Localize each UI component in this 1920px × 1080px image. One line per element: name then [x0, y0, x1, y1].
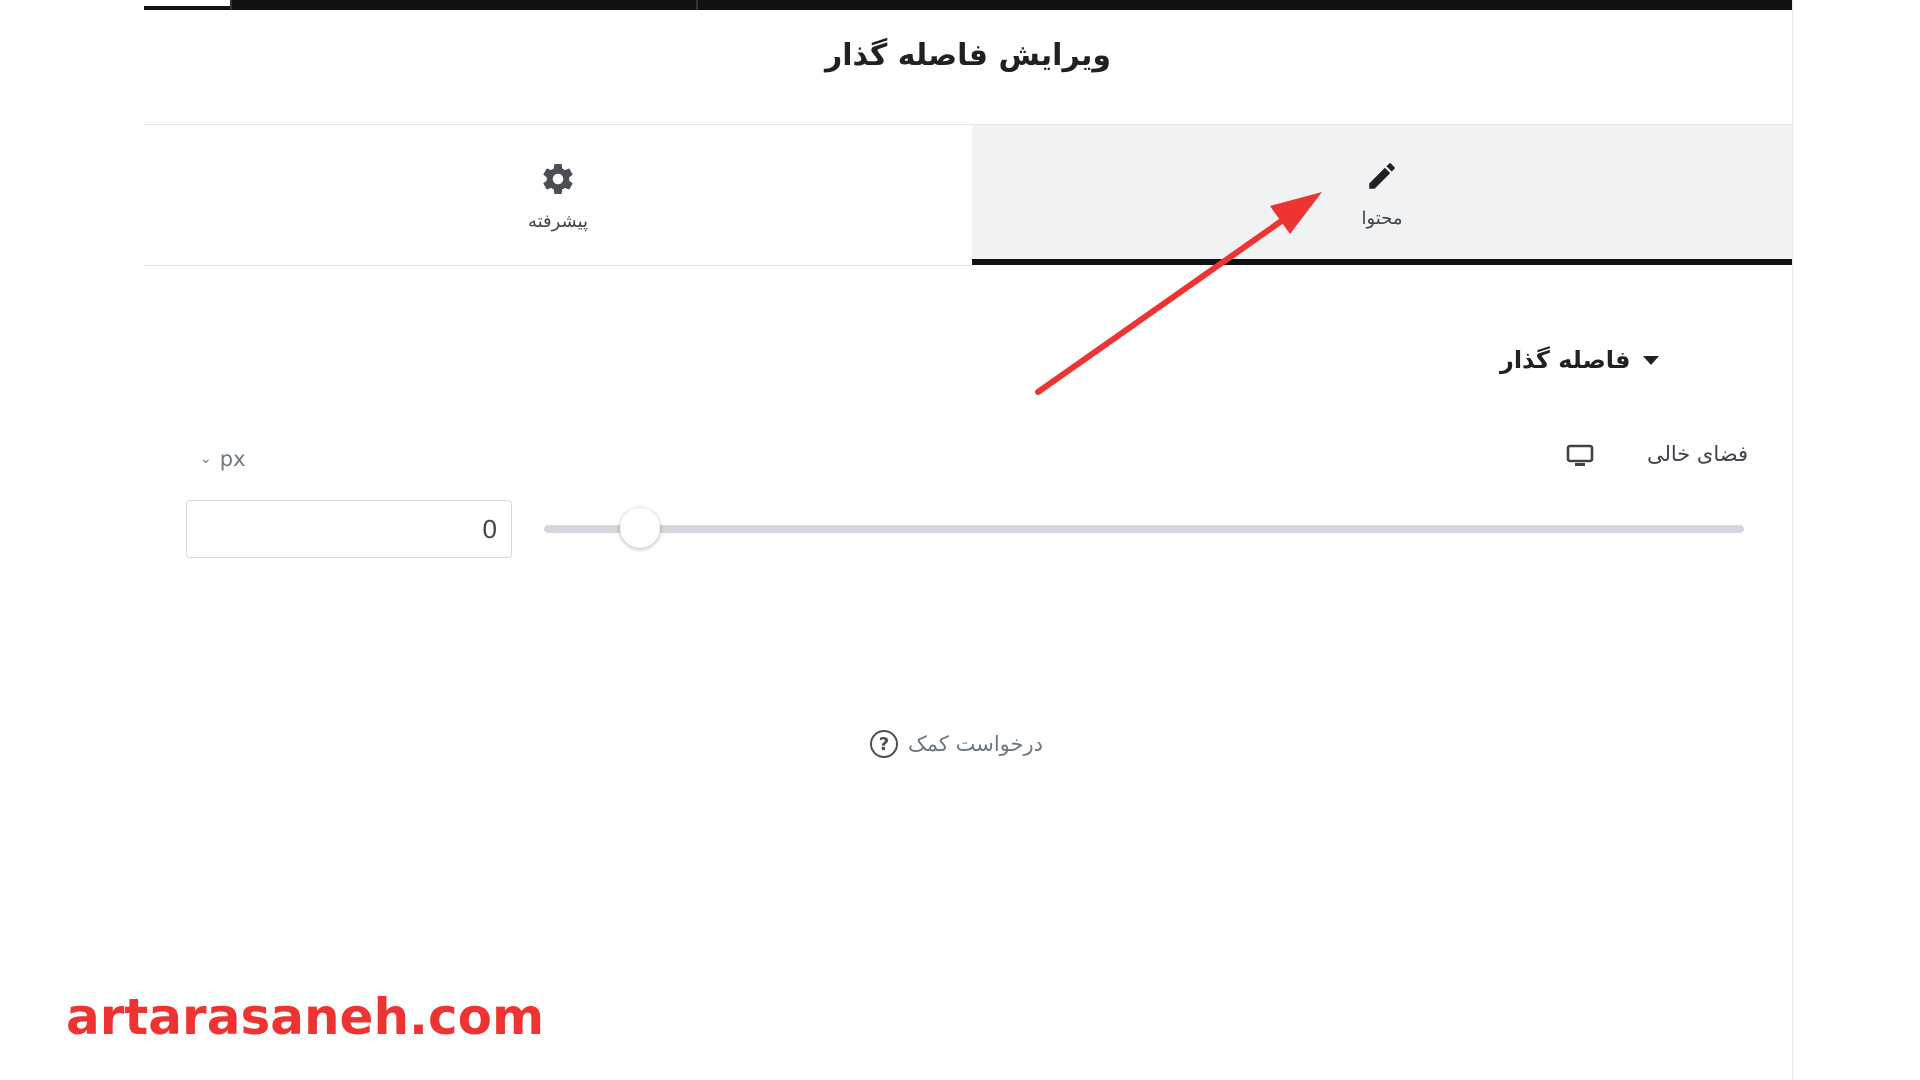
top-toolbar-strip — [144, 0, 1792, 10]
question-circle-icon: ? — [870, 730, 898, 758]
chevron-down-icon: ⌄ — [200, 451, 212, 467]
tab-advanced-label: پیشرفته — [527, 210, 589, 232]
help-label: درخواست کمک — [908, 732, 1043, 756]
tab-content-label: محتوا — [1361, 207, 1403, 229]
space-slider-track[interactable] — [544, 525, 1744, 533]
tab-content[interactable]: محتوا — [972, 125, 1792, 265]
toolbar-divider — [230, 0, 232, 10]
space-number-input[interactable] — [186, 500, 512, 558]
section-title: فاصله گذار — [1500, 346, 1631, 374]
panel-tabs: پیشرفته محتوا — [144, 125, 1792, 266]
gear-icon — [538, 159, 578, 199]
panel-edge — [1792, 0, 1793, 1080]
caret-down-icon — [1642, 355, 1659, 365]
desktop-icon[interactable] — [1566, 444, 1594, 468]
unit-value: px — [219, 447, 246, 471]
watermark-text: artarasaneh.com — [66, 988, 545, 1046]
space-slider-handle[interactable] — [620, 508, 660, 548]
pencil-icon — [1362, 156, 1402, 196]
section-toggle-spacer[interactable]: فاصله گذار — [1500, 340, 1748, 380]
help-link[interactable]: درخواست کمک ? — [870, 726, 1043, 762]
unit-select[interactable]: ⌄ px — [200, 444, 246, 474]
tab-advanced[interactable]: پیشرفته — [144, 125, 972, 266]
toolbar-gap — [144, 0, 230, 6]
panel-title: ویرایش فاصله گذار — [824, 38, 1112, 73]
toolbar-divider — [696, 0, 698, 10]
